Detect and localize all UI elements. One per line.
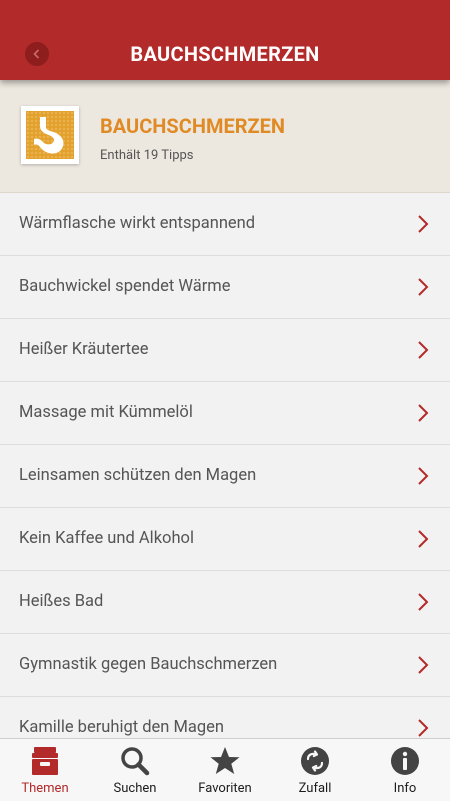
chevron-right-icon: [418, 530, 429, 548]
chevron-right-icon: [418, 341, 429, 359]
app-bar: BAUCHSCHMERZEN: [0, 0, 450, 80]
chevron-right-icon: [418, 278, 429, 296]
tab-suchen-label: Suchen: [113, 781, 157, 796]
chevron-right-icon: [418, 404, 429, 422]
tab-info[interactable]: Info: [360, 739, 450, 801]
list-item[interactable]: Wärmflasche wirkt entspannend: [0, 193, 450, 256]
topic-title: BAUCHSCHMERZEN: [100, 114, 286, 138]
list-item-label: Massage mit Kümmelöl: [19, 403, 193, 422]
tips-list: Wärmflasche wirkt entspannend Bauchwicke…: [0, 193, 450, 760]
tab-suchen[interactable]: Suchen: [90, 739, 180, 801]
info-icon: [391, 747, 419, 775]
stomach-icon: [21, 106, 79, 164]
list-item[interactable]: Heißer Kräutertee: [0, 319, 450, 382]
list-item[interactable]: Massage mit Kümmelöl: [0, 382, 450, 445]
list-item[interactable]: Gymnastik gegen Bauchschmerzen: [0, 634, 450, 697]
bottom-navigation: Themen Suchen Favoriten Zufall Info: [0, 738, 450, 801]
list-item[interactable]: Kein Kaffee und Alkohol: [0, 508, 450, 571]
tab-themen[interactable]: Themen: [0, 739, 90, 801]
list-item-label: Bauchwickel spendet Wärme: [19, 277, 231, 296]
list-item[interactable]: Leinsamen schützen den Magen: [0, 445, 450, 508]
topic-tip-count: Enthält 19 Tipps: [100, 148, 194, 163]
tab-info-label: Info: [393, 781, 417, 796]
tab-themen-label: Themen: [21, 781, 69, 796]
list-item-label: Wärmflasche wirkt entspannend: [19, 214, 256, 233]
tab-favoriten-label: Favoriten: [198, 781, 252, 796]
list-item-label: Leinsamen schützen den Magen: [19, 466, 257, 485]
list-item[interactable]: Heißes Bad: [0, 571, 450, 634]
list-item-label: Kein Kaffee und Alkohol: [19, 529, 194, 548]
tab-zufall[interactable]: Zufall: [270, 739, 360, 801]
tab-zufall-label: Zufall: [298, 781, 332, 796]
chevron-right-icon: [418, 719, 429, 737]
archive-box-icon: [32, 747, 58, 775]
list-item-label: Gymnastik gegen Bauchschmerzen: [19, 655, 278, 674]
tab-favoriten[interactable]: Favoriten: [180, 739, 270, 801]
chevron-right-icon: [418, 656, 429, 674]
page-title: BAUCHSCHMERZEN: [130, 42, 320, 66]
chevron-right-icon: [418, 215, 429, 233]
list-item[interactable]: Bauchwickel spendet Wärme: [0, 256, 450, 319]
chevron-right-icon: [418, 467, 429, 485]
list-item-label: Kamille beruhigt den Magen: [19, 718, 225, 737]
search-icon: [121, 747, 150, 776]
star-icon: [210, 747, 240, 774]
chevron-right-icon: [418, 593, 429, 611]
list-item-label: Heißes Bad: [19, 592, 104, 611]
shuffle-icon: [301, 747, 329, 775]
list-item-label: Heißer Kräutertee: [19, 340, 149, 359]
